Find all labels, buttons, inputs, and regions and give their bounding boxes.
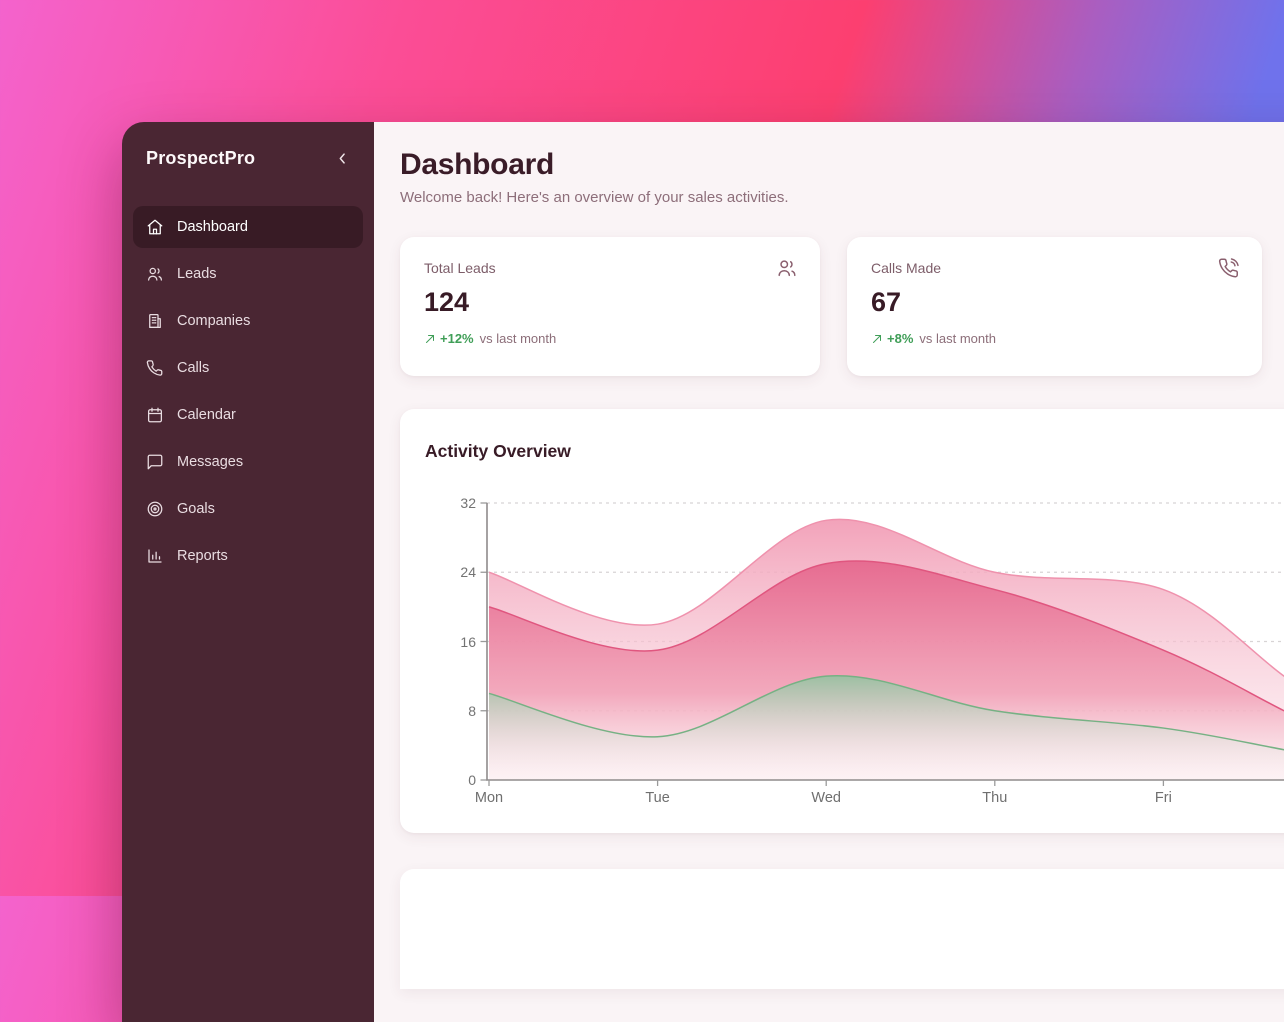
sidebar-item-calendar[interactable]: Calendar	[133, 394, 363, 436]
page-title: Dashboard	[400, 148, 1284, 182]
x-axis-tick-label: Tue	[645, 790, 669, 806]
stat-label: Calls Made	[871, 260, 1238, 276]
y-axis-tick-label: 24	[404, 564, 476, 580]
sidebar: ProspectPro Dashboard Leads Companies	[122, 122, 374, 1022]
sidebar-item-label: Messages	[177, 454, 243, 470]
trend-value: +8%	[887, 331, 913, 346]
next-section-card	[400, 869, 1284, 989]
stat-value: 124	[424, 287, 796, 318]
sidebar-item-dashboard[interactable]: Dashboard	[133, 206, 363, 248]
main-content: Dashboard Welcome back! Here's an overvi…	[374, 122, 1284, 1022]
home-icon	[146, 218, 164, 236]
sidebar-item-label: Leads	[177, 266, 217, 282]
sidebar-item-label: Goals	[177, 501, 215, 517]
x-axis-tick-label: Thu	[982, 790, 1007, 806]
activity-area-chart: 0 8 16 24 32 Mon Tue Wed Thu Fri	[400, 409, 1284, 833]
chevron-left-icon	[335, 151, 350, 166]
x-axis-tick-label: Fri	[1155, 790, 1172, 806]
app-window: ProspectPro Dashboard Leads Companies	[122, 122, 1284, 1022]
building-icon	[146, 312, 164, 330]
sidebar-item-calls[interactable]: Calls	[133, 347, 363, 389]
trend-up-arrow-icon	[424, 333, 436, 345]
stat-cards-row: Total Leads 124 +12% vs last month Calls…	[400, 237, 1284, 376]
trend-suffix: vs last month	[480, 331, 557, 346]
activity-overview-card: Activity Overview 0 8 16 24 32 Mon Tue W…	[400, 409, 1284, 833]
chart-canvas	[400, 409, 1284, 833]
y-axis-tick-label: 32	[404, 495, 476, 511]
sidebar-nav: Dashboard Leads Companies Calls Calendar…	[133, 206, 363, 577]
stat-card-total-leads: Total Leads 124 +12% vs last month	[400, 237, 820, 376]
sidebar-item-label: Companies	[177, 313, 250, 329]
sidebar-item-label: Dashboard	[177, 219, 248, 235]
phone-icon	[146, 359, 164, 377]
trend-value: +12%	[440, 331, 474, 346]
y-axis-tick-label: 16	[404, 634, 476, 650]
calendar-icon	[146, 406, 164, 424]
stat-trend: +8% vs last month	[871, 331, 1238, 346]
sidebar-header: ProspectPro	[133, 144, 363, 170]
sidebar-item-messages[interactable]: Messages	[133, 441, 363, 483]
sidebar-item-companies[interactable]: Companies	[133, 300, 363, 342]
sidebar-item-label: Reports	[177, 548, 228, 564]
y-axis-tick-label: 8	[404, 703, 476, 719]
sidebar-item-reports[interactable]: Reports	[133, 535, 363, 577]
target-icon	[146, 500, 164, 518]
sidebar-item-goals[interactable]: Goals	[133, 488, 363, 530]
message-icon	[146, 453, 164, 471]
stat-value: 67	[871, 287, 1238, 318]
phone-call-icon	[1218, 257, 1240, 284]
stat-trend: +12% vs last month	[424, 331, 796, 346]
bar-chart-icon	[146, 547, 164, 565]
sidebar-item-leads[interactable]: Leads	[133, 253, 363, 295]
trend-up: +12%	[424, 331, 474, 346]
trend-suffix: vs last month	[919, 331, 996, 346]
y-axis-tick-label: 0	[404, 772, 476, 788]
sidebar-item-label: Calendar	[177, 407, 236, 423]
stat-label: Total Leads	[424, 260, 796, 276]
sidebar-item-label: Calls	[177, 360, 209, 376]
stat-card-calls-made: Calls Made 67 +8% vs last month	[847, 237, 1262, 376]
app-logo: ProspectPro	[146, 148, 255, 169]
x-axis-tick-label: Wed	[811, 790, 841, 806]
trend-up-arrow-icon	[871, 333, 883, 345]
page-subtitle: Welcome back! Here's an overview of your…	[400, 189, 1284, 206]
trend-up: +8%	[871, 331, 913, 346]
users-icon	[146, 265, 164, 283]
sidebar-collapse-button[interactable]	[330, 146, 354, 170]
users-icon	[776, 257, 798, 284]
x-axis-tick-label: Mon	[475, 790, 503, 806]
